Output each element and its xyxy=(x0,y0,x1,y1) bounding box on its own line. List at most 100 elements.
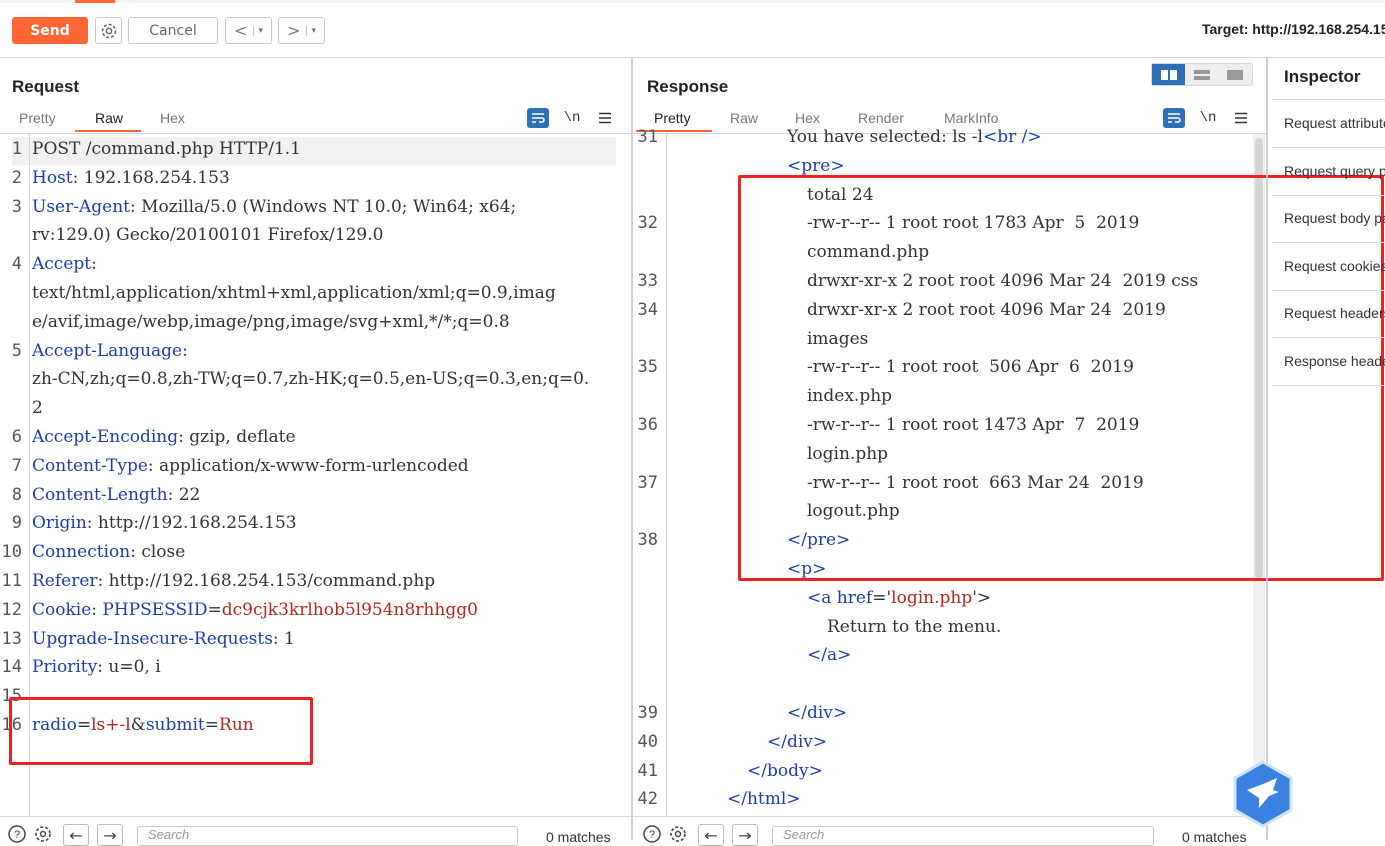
line-number: 1 xyxy=(11,139,22,159)
request-search-input[interactable]: Search xyxy=(137,826,518,846)
response-next-match-button[interactable]: → xyxy=(732,824,758,846)
line-number: 8 xyxy=(11,484,22,505)
code-line: </html> xyxy=(727,789,801,810)
request-next-match-button[interactable]: → xyxy=(97,824,123,846)
code-line: <pre> xyxy=(787,155,845,176)
code-line: POST /command.php HTTP/1.1 xyxy=(32,139,301,159)
response-match-count: 0 matches xyxy=(1182,829,1247,845)
request-menu-button[interactable] xyxy=(594,107,616,129)
response-search-settings-button[interactable] xyxy=(666,824,690,844)
inspector-item[interactable]: Request headers xyxy=(1272,305,1385,321)
gear-icon xyxy=(670,826,686,842)
inspector-item[interactable]: Request cookies xyxy=(1272,258,1385,274)
back-button[interactable]: < ▾ xyxy=(225,17,272,44)
back-arrow-icon: < xyxy=(234,21,248,40)
line-number: 12 xyxy=(1,599,22,620)
target-url[interactable]: Target: http://192.168.254.153 xyxy=(1202,21,1385,37)
code-line: </div> xyxy=(787,703,848,723)
code-line: text/html,application/xhtml+xml,applicat… xyxy=(32,283,556,303)
tab-response-render[interactable]: Render xyxy=(858,110,904,126)
code-line: </div> xyxy=(767,731,828,752)
back-dropdown-icon[interactable]: ▾ xyxy=(253,25,263,36)
response-wrap-button[interactable] xyxy=(1162,107,1186,129)
line-number: 41 xyxy=(637,760,658,781)
line-number: 32 xyxy=(637,213,658,234)
layout-single-button[interactable] xyxy=(1218,64,1252,85)
line-number: 4 xyxy=(11,254,22,275)
gear-icon xyxy=(101,23,116,38)
response-prev-match-button[interactable]: ← xyxy=(698,824,724,846)
response-menu-button[interactable] xyxy=(1230,107,1252,129)
code-line: Priority: u=0, i xyxy=(32,657,161,678)
forward-button[interactable]: > ▾ xyxy=(278,17,325,44)
line-number: 11 xyxy=(1,571,22,591)
inspector-item-divider xyxy=(1272,337,1385,339)
line-number: 36 xyxy=(637,415,658,435)
active-tab-accent xyxy=(75,0,115,3)
layout-side-by-side-button[interactable] xyxy=(1152,64,1185,85)
floating-assistant-button[interactable] xyxy=(1229,760,1297,828)
inspector-divider xyxy=(1272,99,1385,100)
line-number: 42 xyxy=(637,789,658,810)
settings-button[interactable] xyxy=(95,17,122,44)
line-number: 2 xyxy=(11,167,22,188)
cancel-button[interactable]: Cancel xyxy=(128,17,218,44)
code-line: You have selected: ls -l<br /> xyxy=(787,127,1042,147)
code-line: zh-CN,zh;q=0.8,zh-TW;q=0.7,zh-HK;q=0.5,e… xyxy=(32,369,590,390)
gear-icon xyxy=(35,826,51,842)
tab-response-markinfo[interactable]: MarkInfo xyxy=(944,110,998,126)
code-line: e/avif,image/webp,image/png,image/svg+xm… xyxy=(32,311,510,332)
line-number: 10 xyxy=(1,542,22,563)
code-line: Cookie: PHPSESSID=dc9cjk3krlhob5l954n8rh… xyxy=(32,599,478,620)
request-title: Request xyxy=(12,77,80,96)
code-line: Return to the menu. xyxy=(827,616,1002,637)
wrap-lines-icon xyxy=(527,108,549,128)
forward-dropdown-icon[interactable]: ▾ xyxy=(306,25,316,36)
forward-arrow-icon: > xyxy=(287,21,301,40)
response-gutter-line xyxy=(666,134,667,816)
tab-request-hex[interactable]: Hex xyxy=(160,110,185,126)
inspector-item[interactable]: Request body parameters xyxy=(1272,210,1385,226)
inspector-item[interactable]: Request attributes xyxy=(1272,115,1385,131)
code-line: Accept-Language: xyxy=(32,340,188,361)
request-help-button[interactable]: ? xyxy=(5,824,29,844)
line-number: 39 xyxy=(637,703,658,723)
tab-response-pretty[interactable]: Pretty xyxy=(654,110,691,126)
inspector-item[interactable]: Request query parameters xyxy=(1272,163,1385,179)
send-button[interactable]: Send xyxy=(12,17,88,44)
response-search-input[interactable]: Search xyxy=(772,826,1154,846)
code-line: </body> xyxy=(747,760,823,781)
request-wrap-button[interactable] xyxy=(526,107,550,129)
code-line: </a> xyxy=(807,645,852,666)
inspector-item-divider xyxy=(1272,289,1385,291)
code-line: Accept: xyxy=(32,254,97,275)
code-line: <a href='login.php'> xyxy=(807,587,992,608)
line-number: 40 xyxy=(637,731,658,752)
request-newline-toggle[interactable]: \n xyxy=(561,107,583,129)
single-pane-icon xyxy=(1227,69,1243,80)
response-newline-toggle[interactable]: \n xyxy=(1197,107,1219,129)
request-active-tab-underline xyxy=(75,130,141,132)
arrow-left-icon: ← xyxy=(69,825,83,845)
inspector-title: Inspector xyxy=(1284,67,1361,86)
response-help-button[interactable]: ? xyxy=(640,824,664,844)
svg-text:?: ? xyxy=(14,829,20,841)
line-number: 33 xyxy=(637,271,658,291)
code-line: rv:129.0) Gecko/20100101 Firefox/129.0 xyxy=(32,225,384,246)
request-prev-match-button[interactable]: ← xyxy=(63,824,89,846)
response-annotation-box xyxy=(738,175,1384,581)
line-number: 31 xyxy=(637,127,658,147)
line-number: 14 xyxy=(1,657,22,678)
tab-request-pretty[interactable]: Pretty xyxy=(19,110,56,126)
svg-text:?: ? xyxy=(649,829,655,841)
tab-response-raw[interactable]: Raw xyxy=(730,110,758,126)
request-bottom-divider xyxy=(0,816,631,817)
inspector-item[interactable]: Response headers xyxy=(1272,353,1385,369)
tab-request-raw[interactable]: Raw xyxy=(95,110,123,126)
layout-stacked-button[interactable] xyxy=(1185,64,1218,85)
line-number: 35 xyxy=(637,357,658,378)
tab-response-hex[interactable]: Hex xyxy=(795,110,820,126)
request-match-count: 0 matches xyxy=(546,829,611,845)
request-search-settings-button[interactable] xyxy=(31,824,55,844)
inspector-splitter[interactable] xyxy=(1266,57,1268,840)
